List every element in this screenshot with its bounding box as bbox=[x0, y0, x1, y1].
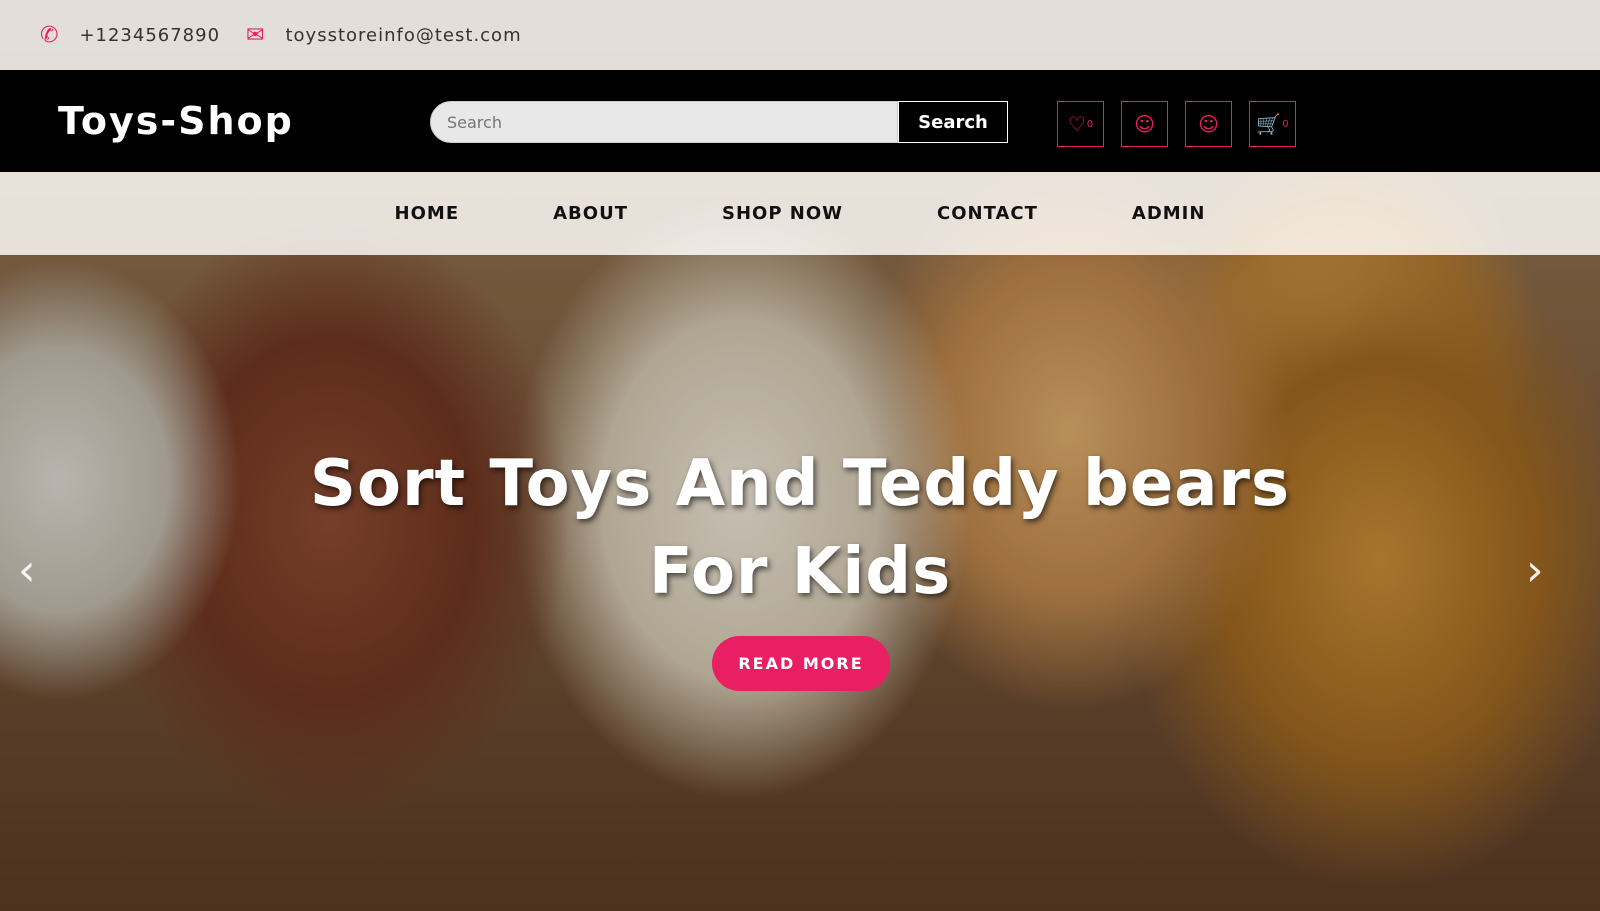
wishlist-button[interactable]: ♡ 0 bbox=[1057, 101, 1104, 147]
read-more-button[interactable]: READ MORE bbox=[712, 636, 890, 691]
carousel-prev-icon[interactable]: ‹ bbox=[18, 545, 36, 596]
nav-about[interactable]: ABOUT bbox=[553, 203, 628, 224]
heart-icon: ♡ bbox=[1067, 112, 1086, 136]
main-nav: HOME ABOUT SHOP NOW CONTACT ADMIN bbox=[0, 172, 1600, 255]
hero-title-line2: For Kids bbox=[648, 535, 952, 609]
search-input[interactable] bbox=[430, 101, 898, 143]
user-icon: ☺ bbox=[1134, 112, 1155, 136]
envelope-icon: ✉ bbox=[246, 22, 266, 48]
phone-number: +1234567890 bbox=[79, 24, 221, 46]
nav-shop-now[interactable]: SHOP NOW bbox=[722, 203, 843, 224]
carousel-next-icon[interactable]: › bbox=[1526, 545, 1544, 596]
account-button[interactable]: ☺ bbox=[1121, 101, 1168, 147]
header: Toys-Shop Search ♡0 ☺ ☺ 🛒0 bbox=[0, 70, 1600, 172]
wishlist-count: 0 bbox=[1086, 118, 1094, 130]
cart-count: 0 bbox=[1282, 118, 1289, 130]
search-form: Search bbox=[430, 101, 1008, 143]
cart-icon: 🛒 bbox=[1256, 112, 1282, 136]
email-address: toysstoreinfo@test.com bbox=[285, 24, 522, 46]
hero-title-line1: Sort Toys And Teddy bears bbox=[309, 447, 1291, 521]
cart-button[interactable]: 🛒 0 bbox=[1249, 101, 1296, 147]
top-contact-bar: ✆ +1234567890 ✉ toysstoreinfo@test.com bbox=[0, 0, 1600, 70]
nav-home[interactable]: HOME bbox=[395, 203, 460, 224]
logo[interactable]: Toys-Shop bbox=[58, 99, 294, 143]
nav-contact[interactable]: CONTACT bbox=[937, 203, 1038, 224]
phone-icon: ✆ bbox=[40, 22, 60, 48]
nav-admin[interactable]: ADMIN bbox=[1132, 203, 1206, 224]
user-icon: ☺ bbox=[1198, 112, 1219, 136]
hero-title: Sort Toys And Teddy bears For Kids bbox=[0, 440, 1600, 616]
admin-account-button[interactable]: ☺ bbox=[1185, 101, 1232, 147]
search-button[interactable]: Search bbox=[898, 101, 1008, 143]
